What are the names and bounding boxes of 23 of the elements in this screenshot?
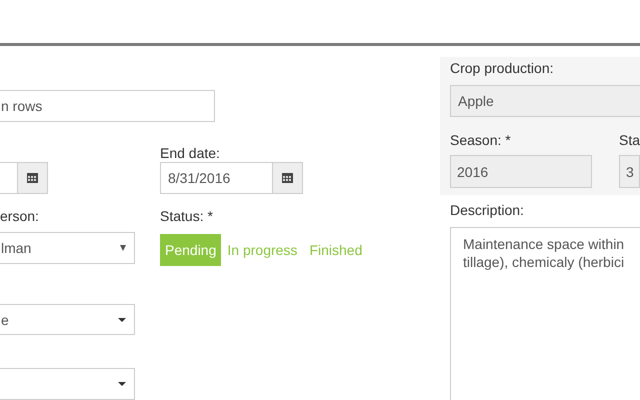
date-field[interactable]: [0, 162, 18, 194]
season-field[interactable]: 2016: [450, 155, 592, 188]
caret-icon: [118, 382, 126, 386]
field-label: Crop production:: [450, 60, 554, 76]
field-label: End date:: [160, 145, 220, 161]
name-field[interactable]: n rows: [0, 90, 215, 122]
field-label: erson:: [0, 208, 39, 224]
date-field[interactable]: 8/31/2016: [160, 162, 273, 194]
calendar-icon: [282, 173, 293, 183]
field-label: Status: *: [160, 208, 213, 224]
description-field[interactable]: Maintenance space within tillage), chemicaly (herbici: [450, 227, 640, 400]
field-label: Description:: [450, 202, 524, 218]
field-label: Season: *: [450, 132, 511, 148]
person-select[interactable]: lman: [0, 232, 135, 264]
calendar-button[interactable]: [273, 162, 303, 194]
text-field[interactable]: 3: [619, 155, 640, 188]
caret-icon: [118, 318, 126, 322]
caret-icon: [120, 245, 126, 251]
calendar-button[interactable]: [18, 162, 48, 194]
crop-field[interactable]: Apple: [450, 85, 640, 117]
calendar-icon: [27, 173, 38, 183]
dropdown-select[interactable]: e: [0, 304, 135, 335]
field-label: Sta: [619, 132, 640, 148]
